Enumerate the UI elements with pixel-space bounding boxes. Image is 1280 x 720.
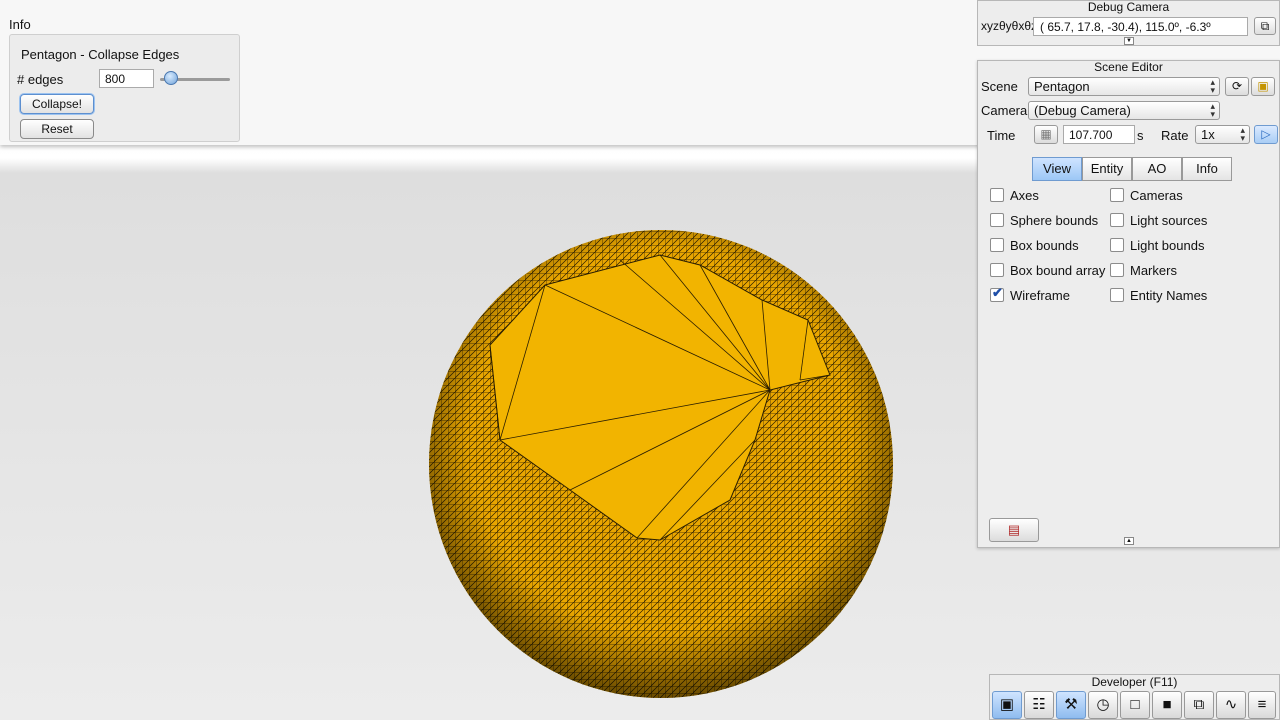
camera-select-value: (Debug Camera) [1034,103,1131,118]
tab-info[interactable]: Info [1182,157,1232,181]
pane-title: Pentagon - Collapse Edges [21,47,180,62]
checkbox-box[interactable] [1110,213,1124,227]
collapse-button[interactable]: Collapse! [20,94,94,114]
rate-select-value: 1x [1201,127,1215,142]
checkbox-label: Sphere bounds [1010,213,1099,228]
checkmark-icon: ✔ [992,285,1003,300]
camera-coords-field[interactable]: ( 65.7, 17.8, -30.4), 115.0º, -6.3º [1033,17,1248,36]
reload-icon: ⟳ [1231,79,1243,93]
sphere-mesh [429,230,893,698]
select-arrows-icon: ▴ ▾ [1210,77,1215,95]
clapperboard-icon: ☷ [1032,696,1046,713]
document-icon: □ [1130,696,1140,713]
checkbox-label: Axes [1010,188,1039,203]
copy-camera-button[interactable]: ⧉ [1254,17,1276,35]
developer-title: Developer (F11) [1091,675,1178,689]
checkbox-box[interactable]: ✔ [990,285,1004,302]
debug-camera-title: Debug Camera [1087,0,1170,14]
tools-icon: ⚒ [1064,696,1078,713]
console-button[interactable]: ■ [1152,691,1182,719]
checkbox-label: Wireframe [1010,288,1070,303]
tools-button[interactable]: ⚒ [1056,691,1086,719]
profiler-icon: ∿ [1224,696,1238,713]
select-arrows-icon: ▴ ▾ [1210,101,1215,119]
checkbox-label: Entity Names [1130,288,1208,303]
collapse-edges-pane: Pentagon - Collapse Edges # edges 800 Co… [9,34,240,142]
checkbox-label: Light sources [1130,213,1208,228]
edges-label: # edges [17,72,64,87]
scene-editor-title: Scene Editor [1094,60,1163,74]
tab-view[interactable]: View [1032,157,1082,181]
entity-names-checkbox[interactable]: Entity Names [1110,288,1207,304]
time-field[interactable]: 107.700 [1063,125,1135,144]
tab-ao[interactable]: AO [1132,157,1182,181]
copy-icon: ⧉ [1260,19,1270,33]
box-bounds-checkbox[interactable]: Box bounds [990,238,1079,254]
checkbox-label: Light bounds [1130,238,1205,253]
checkbox-box[interactable] [1110,238,1124,252]
lock-scene-button[interactable]: ▣ [1251,77,1275,96]
light-sources-checkbox[interactable]: Light sources [1110,213,1207,229]
reset-button[interactable]: Reset [20,119,94,139]
camera-button[interactable]: ▣ [992,691,1022,719]
reload-scene-button[interactable]: ⟳ [1225,77,1249,96]
profiler-button[interactable]: ∿ [1216,691,1246,719]
expand-arrow-icon[interactable]: ▼ [1124,37,1134,45]
select-arrows-icon: ▴ ▾ [1240,125,1245,143]
edges-slider-thumb[interactable] [164,71,179,85]
rate-select[interactable]: 1x ▴ ▾ [1195,125,1250,144]
clock-button[interactable]: ◷ [1088,691,1118,719]
time-label: Time [987,128,1016,143]
markers-checkbox[interactable]: Markers [1110,263,1177,279]
time-mode-button[interactable]: ▦ [1034,125,1058,144]
film-icon: ▦ [1040,127,1052,141]
rate-label: Rate [1161,128,1189,143]
axes-checkbox[interactable]: Axes [990,188,1039,204]
play-icon: ▷ [1261,127,1271,141]
cameras-checkbox[interactable]: Cameras [1110,188,1183,204]
info-window-title: Info [9,17,31,32]
scene-select-value: Pentagon [1034,79,1090,94]
console-icon: ■ [1162,696,1172,713]
checkbox-label: Cameras [1130,188,1183,203]
developer-window: Developer (F11) ▣ ☷ ⚒ ◷ □ ■ ⧉ ∿ ≡ [989,674,1280,720]
time-unit: s [1137,128,1144,143]
checkbox-box[interactable] [990,213,1004,227]
windows-button[interactable]: ⧉ [1184,691,1214,719]
debug-camera-window: Debug Camera xyzθyθxθz ( 65.7, 17.8, -30… [977,0,1280,46]
checkbox-label: Markers [1130,263,1177,278]
checkbox-label: Box bound array [1010,263,1106,278]
save-scene-button[interactable]: ▤ [989,518,1039,542]
sphere-bounds-checkbox[interactable]: Sphere bounds [990,213,1098,229]
play-button[interactable]: ▷ [1254,125,1278,144]
log-button[interactable]: ≡ [1248,691,1276,719]
camera-label: Camera [981,103,1028,118]
checkbox-label: Box bounds [1010,238,1079,253]
checkbox-box[interactable] [990,188,1004,202]
checkbox-box[interactable] [990,238,1004,252]
document-button[interactable]: □ [1120,691,1150,719]
camera-coord-label: xyzθyθxθz [981,19,1038,33]
edges-input[interactable]: 800 [99,69,154,88]
wireframe-checkbox[interactable]: ✔ Wireframe [990,285,1070,304]
camera-select[interactable]: (Debug Camera) ▴ ▾ [1028,101,1220,120]
checkbox-box[interactable] [990,263,1004,277]
tab-entity[interactable]: Entity [1082,157,1132,181]
floppy-icon: ▤ [1007,522,1021,537]
checkbox-box[interactable] [1110,288,1124,302]
checkbox-box[interactable] [1110,188,1124,202]
light-bounds-checkbox[interactable]: Light bounds [1110,238,1204,254]
windows-icon: ⧉ [1193,696,1205,713]
video-button[interactable]: ☷ [1024,691,1054,719]
scene-editor-window: Scene Editor Scene Pentagon ▴ ▾ ⟳ ▣ Camer… [977,60,1280,548]
scene-select[interactable]: Pentagon ▴ ▾ [1028,77,1220,96]
camera-icon: ▣ [999,696,1015,713]
log-icon: ≡ [1257,696,1267,713]
scene-label: Scene [981,79,1018,94]
lock-icon: ▣ [1257,79,1269,93]
box-bound-array-checkbox[interactable]: Box bound array [990,263,1105,279]
clock-icon: ◷ [1096,696,1110,713]
checkbox-box[interactable] [1110,263,1124,277]
collapse-arrow-icon[interactable]: ▲ [1124,537,1134,545]
